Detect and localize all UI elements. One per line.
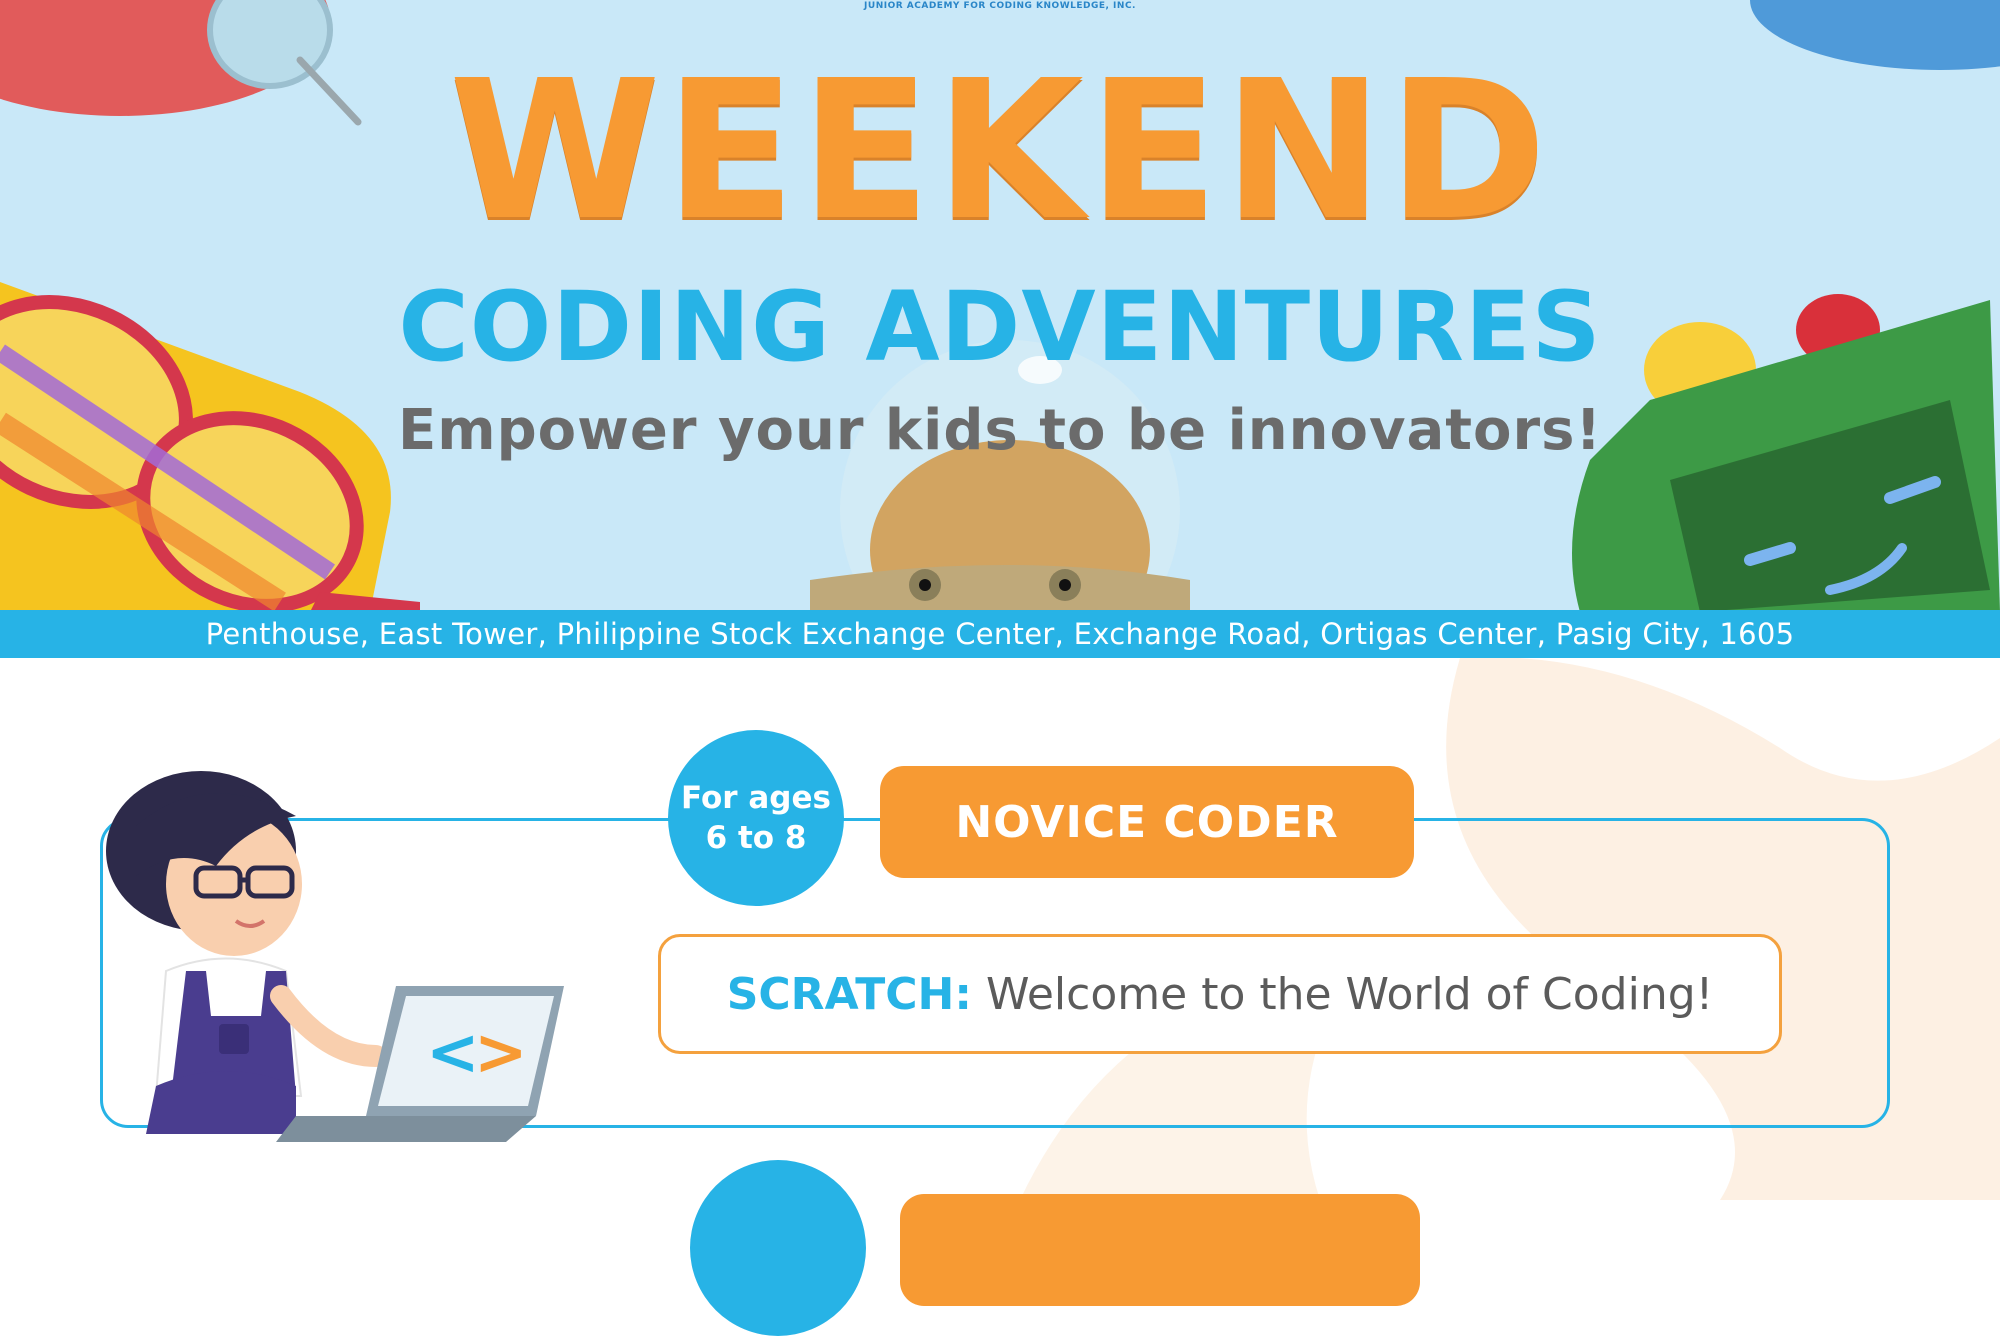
hero-tagline: Empower your kids to be innovators! bbox=[397, 398, 1603, 463]
course-language: SCRATCH: bbox=[726, 968, 972, 1020]
next-age-badge bbox=[690, 1160, 866, 1336]
hero-banner: JUNIOR ACADEMY FOR CODING KNOWLEDGE, INC… bbox=[0, 0, 2000, 610]
course-description: Welcome to the World of Coding! bbox=[985, 968, 1714, 1020]
hero-title: WEEKEND bbox=[448, 40, 1552, 263]
svg-text:>: > bbox=[474, 1016, 528, 1090]
age-badge-line1: For ages bbox=[681, 780, 831, 816]
course-level-pill: NOVICE CODER bbox=[880, 766, 1414, 878]
hero-subtitle: CODING ADVENTURES bbox=[398, 271, 1602, 383]
code-brackets-icon: < bbox=[426, 1016, 480, 1090]
course-description-box: SCRATCH: Welcome to the World of Coding! bbox=[658, 934, 1782, 1054]
kid-with-laptop-icon: < > bbox=[106, 771, 564, 1142]
address-bar: Penthouse, East Tower, Philippine Stock … bbox=[0, 610, 2000, 658]
next-level-pill bbox=[900, 1194, 1420, 1306]
org-name: JUNIOR ACADEMY FOR CODING KNOWLEDGE, INC… bbox=[864, 1, 1136, 11]
age-badge-line2: 6 to 8 bbox=[705, 820, 807, 856]
age-badge: For ages 6 to 8 bbox=[668, 730, 844, 906]
